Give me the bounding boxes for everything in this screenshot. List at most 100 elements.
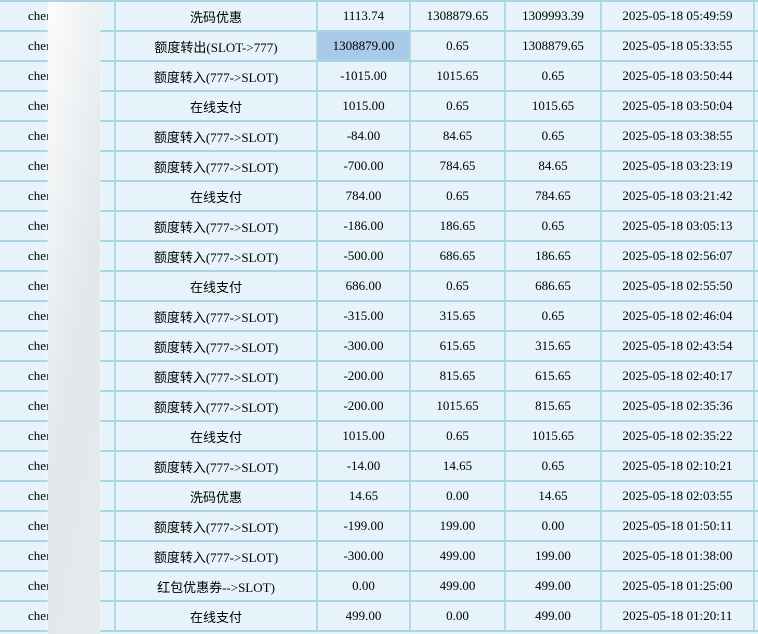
timestamp-cell: 2025-05-18 03:50:04 bbox=[602, 92, 755, 120]
transaction-type-cell: 额度转入(777->SLOT) bbox=[116, 362, 318, 390]
timestamp-cell: 2025-05-18 01:50:11 bbox=[602, 512, 755, 540]
transaction-type-cell: 额度转入(777->SLOT) bbox=[116, 302, 318, 330]
balance-after-cell: 1015.65 bbox=[506, 422, 602, 450]
timestamp-cell: 2025-05-18 02:46:04 bbox=[602, 302, 755, 330]
transaction-type-cell: 额度转入(777->SLOT) bbox=[116, 242, 318, 270]
table-row[interactable]: chen 洗码优惠 1113.74 1308879.65 1309993.39 2025-… bbox=[0, 2, 758, 32]
timestamp-cell: 2025-05-18 03:50:44 bbox=[602, 62, 755, 90]
transaction-type-cell: 额度转入(777->SLOT) bbox=[116, 542, 318, 570]
balance-before-cell: 499.00 bbox=[411, 572, 506, 600]
timestamp-cell: 2025-05-18 01:38:00 bbox=[602, 542, 755, 570]
amount-cell: 499.00 bbox=[318, 602, 411, 630]
transactions-table: chen 洗码优惠 1113.74 1308879.65 1309993.39 2025-… bbox=[0, 0, 758, 634]
balance-after-cell: 499.00 bbox=[506, 602, 602, 630]
transaction-type-cell: 红包优惠券-->SLOT) bbox=[116, 572, 318, 600]
balance-before-cell: 0.65 bbox=[411, 272, 506, 300]
timestamp-cell: 2025-05-18 03:21:42 bbox=[602, 182, 755, 210]
amount-cell: -500.00 bbox=[318, 242, 411, 270]
balance-after-cell: 315.65 bbox=[506, 332, 602, 360]
table-row[interactable]: chen 额度转入(777->SLOT) -300.00 499.00 199.00 20… bbox=[0, 542, 758, 572]
table-row[interactable]: chen 在线支付 686.00 0.65 686.65 2025-05-18 02:55… bbox=[0, 272, 758, 302]
transaction-type-cell: 额度转入(777->SLOT) bbox=[116, 512, 318, 540]
transaction-type-cell: 额度转入(777->SLOT) bbox=[116, 452, 318, 480]
table-row[interactable]: chen 额度转入(777->SLOT) -315.00 315.65 0.65 2025… bbox=[0, 302, 758, 332]
balance-after-cell: 0.65 bbox=[506, 122, 602, 150]
balance-before-cell: 615.65 bbox=[411, 332, 506, 360]
balance-before-cell: 186.65 bbox=[411, 212, 506, 240]
timestamp-cell: 2025-05-18 03:05:13 bbox=[602, 212, 755, 240]
balance-after-cell: 1015.65 bbox=[506, 92, 602, 120]
transaction-type-cell: 在线支付 bbox=[116, 272, 318, 300]
timestamp-cell: 2025-05-18 03:23:19 bbox=[602, 152, 755, 180]
table-row[interactable]: chen 额度转入(777->SLOT) -199.00 199.00 0.00 2025… bbox=[0, 512, 758, 542]
transaction-type-cell: 额度转入(777->SLOT) bbox=[116, 212, 318, 240]
amount-cell[interactable]: 1308879.00 bbox=[318, 32, 411, 60]
balance-after-cell: 0.65 bbox=[506, 452, 602, 480]
table-row[interactable]: chen 额度转入(777->SLOT) -1015.00 1015.65 0.65 20… bbox=[0, 62, 758, 92]
transaction-type-cell: 额度转入(777->SLOT) bbox=[116, 152, 318, 180]
amount-cell: -200.00 bbox=[318, 392, 411, 420]
amount-cell: 686.00 bbox=[318, 272, 411, 300]
amount-cell: -14.00 bbox=[318, 452, 411, 480]
balance-after-cell: 14.65 bbox=[506, 482, 602, 510]
table-row[interactable]: chen 额度转入(777->SLOT) -84.00 84.65 0.65 2025-0… bbox=[0, 122, 758, 152]
balance-after-cell: 499.00 bbox=[506, 572, 602, 600]
table-row[interactable]: chen 额度转入(777->SLOT) -300.00 615.65 315.65 20… bbox=[0, 332, 758, 362]
balance-after-cell: 84.65 bbox=[506, 152, 602, 180]
balance-before-cell: 0.65 bbox=[411, 92, 506, 120]
balance-before-cell: 14.65 bbox=[411, 452, 506, 480]
amount-cell: 1015.00 bbox=[318, 92, 411, 120]
table-row[interactable]: chen 洗码优惠 14.65 0.00 14.65 2025-05-18 02:03:5… bbox=[0, 482, 758, 512]
username-redaction-overlay bbox=[48, 2, 100, 634]
balance-before-cell: 0.00 bbox=[411, 482, 506, 510]
transaction-type-cell: 额度转入(777->SLOT) bbox=[116, 122, 318, 150]
table-row[interactable]: chen 额度转入(777->SLOT) -700.00 784.65 84.65 202… bbox=[0, 152, 758, 182]
amount-cell: -186.00 bbox=[318, 212, 411, 240]
amount-cell: -199.00 bbox=[318, 512, 411, 540]
balance-before-cell: 1308879.65 bbox=[411, 2, 506, 30]
balance-before-cell: 1015.65 bbox=[411, 62, 506, 90]
amount-cell: -200.00 bbox=[318, 362, 411, 390]
amount-cell: 1113.74 bbox=[318, 2, 411, 30]
transaction-type-cell: 在线支付 bbox=[116, 602, 318, 630]
balance-after-cell: 0.65 bbox=[506, 302, 602, 330]
balance-before-cell: 199.00 bbox=[411, 512, 506, 540]
table-row[interactable]: chen 在线支付 1015.00 0.65 1015.65 2025-05-18 03:… bbox=[0, 92, 758, 122]
transaction-type-cell: 洗码优惠 bbox=[116, 2, 318, 30]
timestamp-cell: 2025-05-18 02:35:36 bbox=[602, 392, 755, 420]
table-row[interactable]: chen 额度转入(777->SLOT) -200.00 815.65 615.65 20… bbox=[0, 362, 758, 392]
timestamp-cell: 2025-05-18 01:25:00 bbox=[602, 572, 755, 600]
table-row[interactable]: chen 在线支付 1015.00 0.65 1015.65 2025-05-18 02:… bbox=[0, 422, 758, 452]
timestamp-cell: 2025-05-18 02:55:50 bbox=[602, 272, 755, 300]
transaction-type-cell: 额度转出(SLOT->777) bbox=[116, 32, 318, 60]
balance-after-cell: 784.65 bbox=[506, 182, 602, 210]
balance-after-cell: 686.65 bbox=[506, 272, 602, 300]
table-row[interactable]: chen 额度转出(SLOT->777) 1308879.00 0.65 1308879… bbox=[0, 32, 758, 62]
amount-cell: 14.65 bbox=[318, 482, 411, 510]
table-row[interactable]: chen 在线支付 784.00 0.65 784.65 2025-05-18 03:21… bbox=[0, 182, 758, 212]
balance-after-cell: 1308879.65 bbox=[506, 32, 602, 60]
balance-after-cell: 1309993.39 bbox=[506, 2, 602, 30]
amount-cell: 0.00 bbox=[318, 572, 411, 600]
balance-before-cell: 0.65 bbox=[411, 182, 506, 210]
amount-cell: -84.00 bbox=[318, 122, 411, 150]
timestamp-cell: 2025-05-18 02:40:17 bbox=[602, 362, 755, 390]
table-row[interactable]: chen 额度转入(777->SLOT) -500.00 686.65 186.65 20… bbox=[0, 242, 758, 272]
balance-before-cell: 0.65 bbox=[411, 422, 506, 450]
table-row[interactable]: chen 红包优惠券-->SLOT) 0.00 499.00 499.00 2025-05… bbox=[0, 572, 758, 602]
timestamp-cell: 2025-05-18 02:43:54 bbox=[602, 332, 755, 360]
table-row[interactable]: chen 在线支付 499.00 0.00 499.00 2025-05-18 01:20… bbox=[0, 602, 758, 632]
transaction-type-cell: 洗码优惠 bbox=[116, 482, 318, 510]
balance-before-cell: 815.65 bbox=[411, 362, 506, 390]
balance-after-cell: 0.65 bbox=[506, 62, 602, 90]
balance-after-cell: 615.65 bbox=[506, 362, 602, 390]
transaction-type-cell: 在线支付 bbox=[116, 422, 318, 450]
table-row[interactable]: chen 额度转入(777->SLOT) -14.00 14.65 0.65 2025-0… bbox=[0, 452, 758, 482]
timestamp-cell: 2025-05-18 02:56:07 bbox=[602, 242, 755, 270]
table-row[interactable]: chen 额度转入(777->SLOT) -186.00 186.65 0.65 2025… bbox=[0, 212, 758, 242]
table-row[interactable]: chen 额度转入(777->SLOT) -200.00 1015.65 815.65 2… bbox=[0, 392, 758, 422]
amount-cell: 784.00 bbox=[318, 182, 411, 210]
balance-before-cell: 499.00 bbox=[411, 542, 506, 570]
amount-cell: -300.00 bbox=[318, 332, 411, 360]
amount-cell: -315.00 bbox=[318, 302, 411, 330]
